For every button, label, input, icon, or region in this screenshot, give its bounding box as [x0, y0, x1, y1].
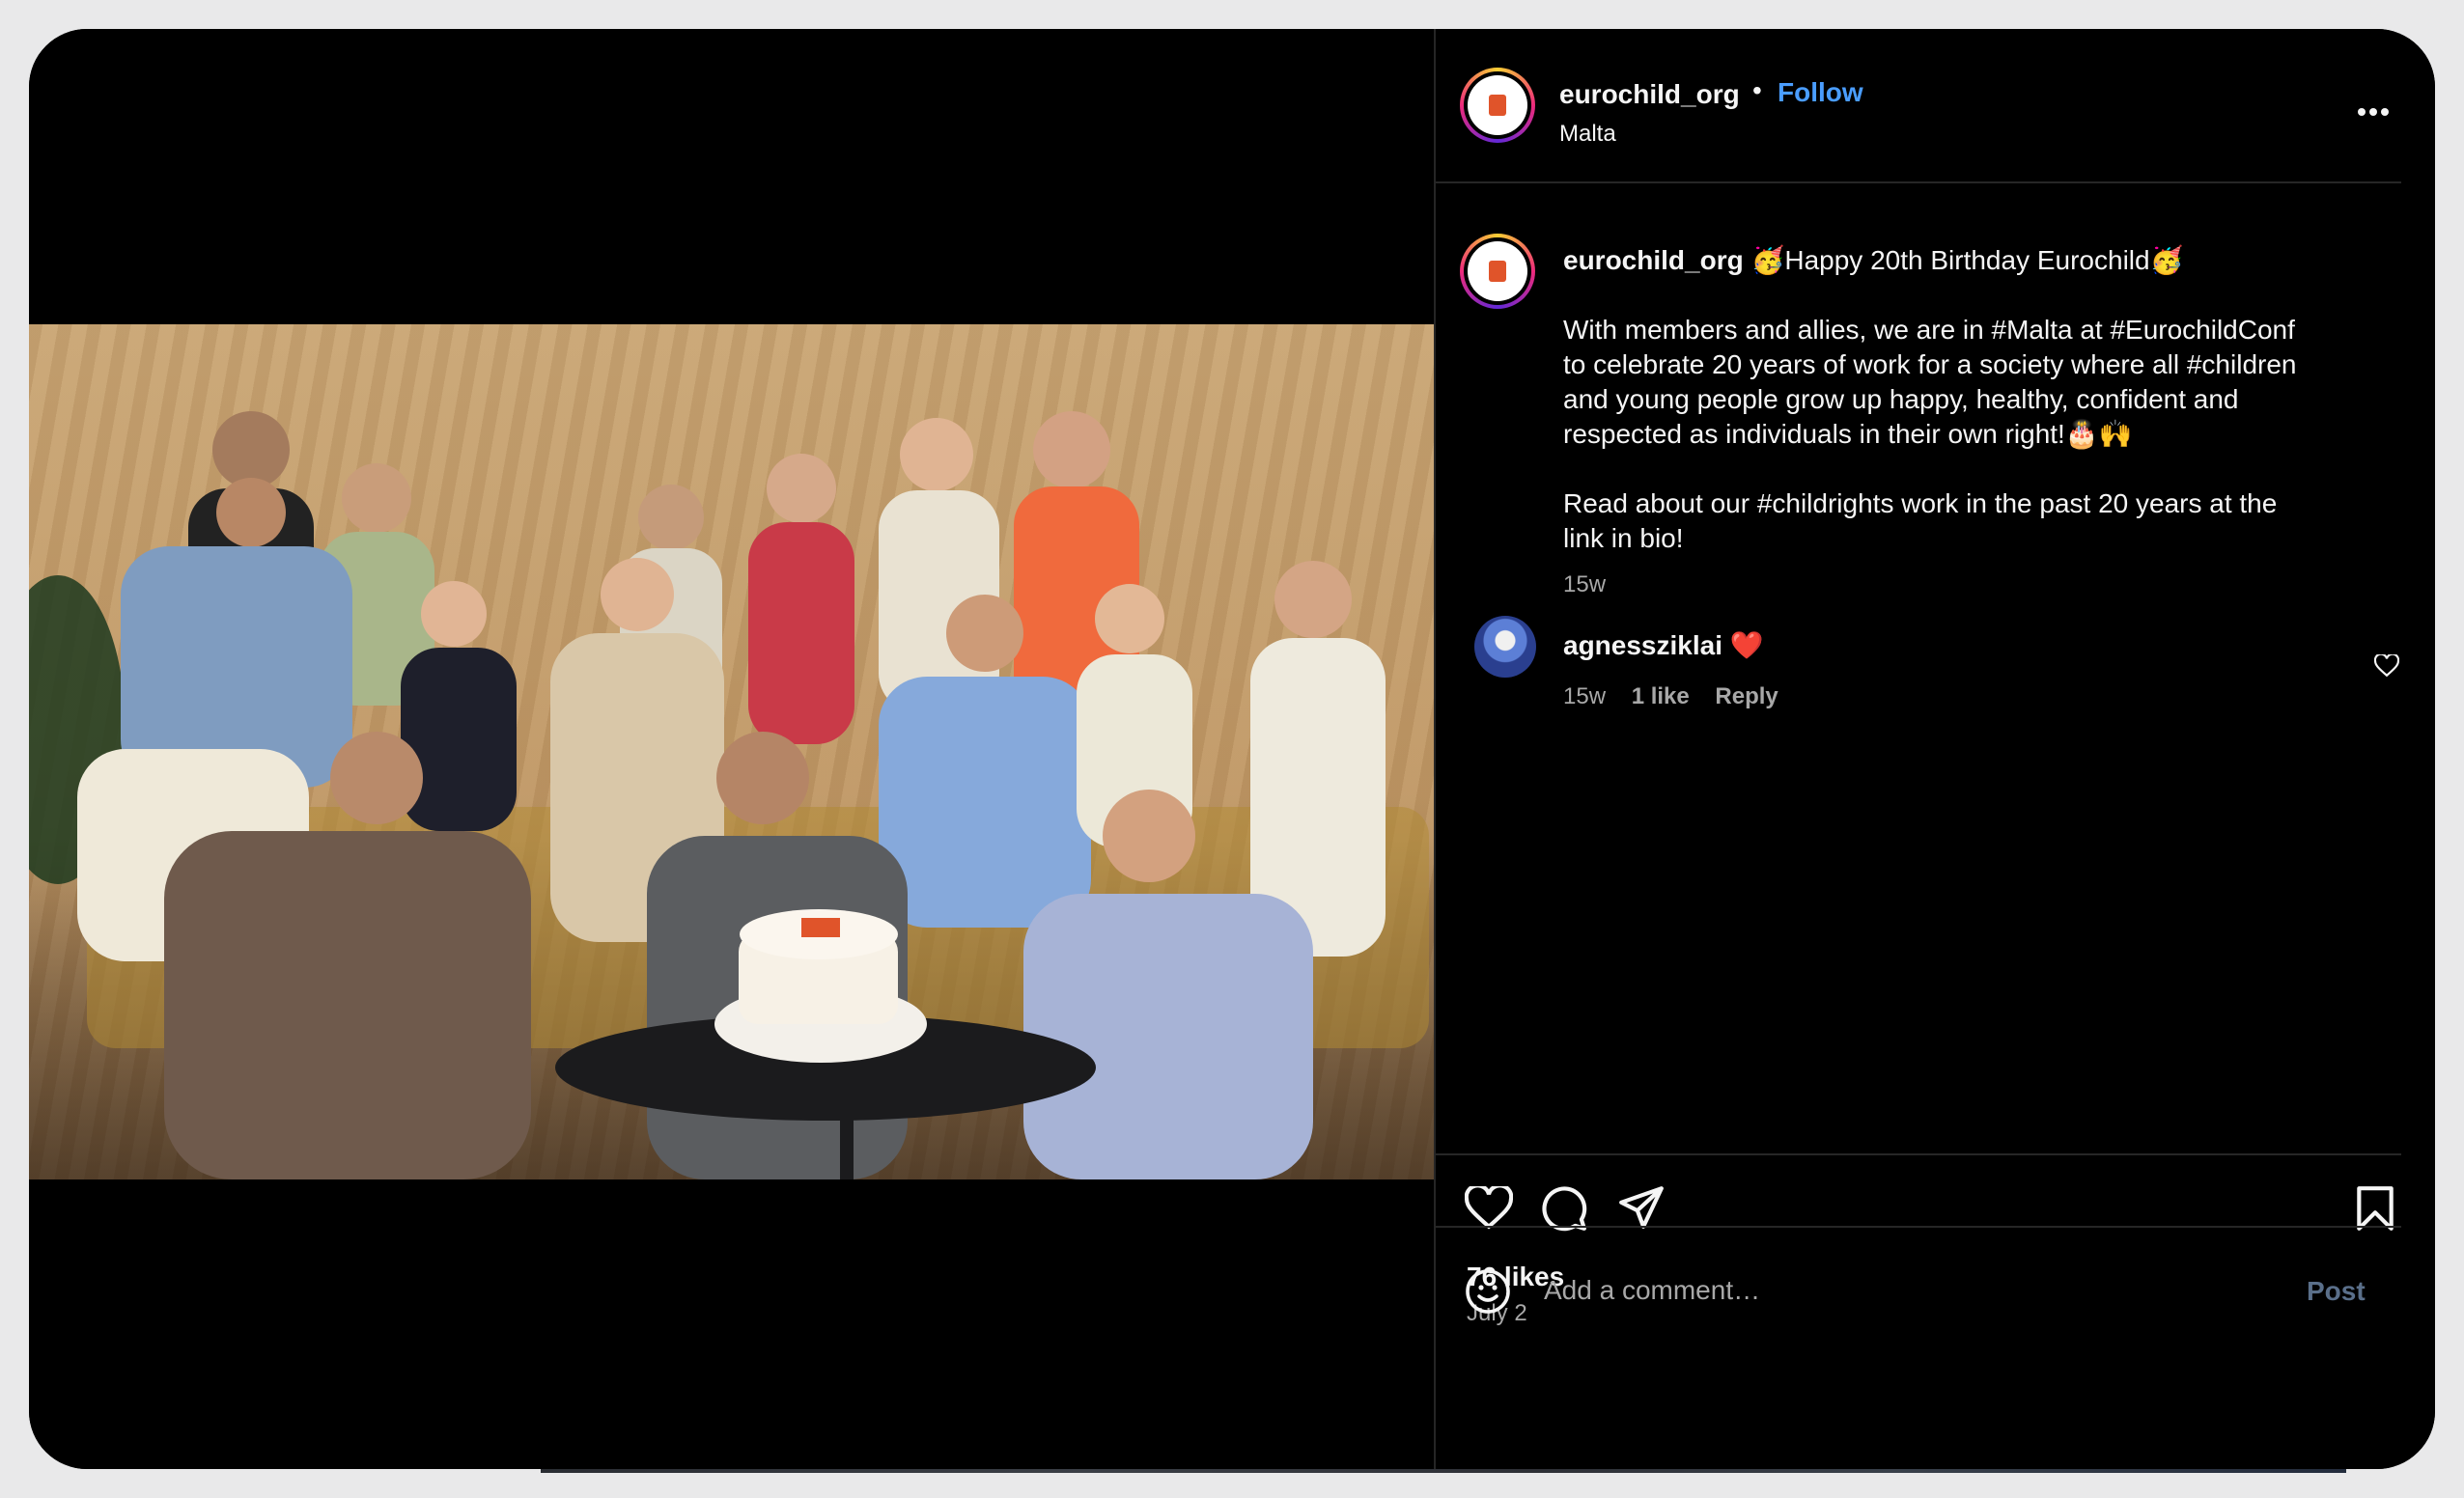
post-header: eurochild_org • Follow Malta — [1436, 29, 2401, 183]
post-comment-button[interactable]: Post — [2307, 1276, 2366, 1307]
small-heart-icon[interactable] — [2374, 654, 2399, 678]
add-comment-bar: Post — [1436, 1226, 2401, 1353]
comment-line: agnessziklai ❤️ — [1563, 629, 1764, 661]
post-modal: eurochild_org • Follow Malta eurochild_o… — [29, 29, 2435, 1469]
caption-avatar[interactable] — [1460, 234, 1535, 309]
party-emoji-end: 🥳 — [2149, 245, 2184, 275]
comment-input[interactable] — [1542, 1274, 2222, 1307]
commenter-avatar[interactable] — [1474, 616, 1536, 678]
party-emoji: 🥳 — [1750, 245, 1785, 275]
follow-button[interactable]: Follow — [1778, 77, 1863, 108]
comment-text: ❤️ — [1729, 630, 1764, 660]
account-username[interactable]: eurochild_org — [1559, 79, 1740, 110]
caption-title: Happy 20th Birthday Eurochild — [1784, 245, 2150, 275]
more-options-icon[interactable] — [2358, 108, 2389, 116]
account-avatar[interactable] — [1460, 68, 1535, 143]
heart-icon[interactable] — [1465, 1186, 1513, 1231]
post-photo[interactable] — [29, 324, 1434, 1179]
comment-like-count[interactable]: 1 like — [1632, 683, 1690, 709]
eurochild-logo-icon — [1489, 95, 1506, 116]
commenter-username[interactable]: agnessziklai — [1563, 630, 1722, 660]
post-side-panel: eurochild_org • Follow Malta eurochild_o… — [1434, 29, 2435, 1469]
caption-title-line: eurochild_org 🥳Happy 20th Birthday Euroc… — [1563, 243, 2365, 278]
caption-body: With members and allies, we are in #Malt… — [1563, 315, 2297, 553]
caption-username[interactable]: eurochild_org — [1563, 245, 1744, 275]
comment-meta: 15w 1 like Reply — [1563, 683, 1778, 710]
reply-button[interactable]: Reply — [1715, 683, 1778, 709]
caption-timestamp[interactable]: 15w — [1563, 571, 1606, 598]
group-photo-illustration — [29, 411, 1429, 1179]
post-media — [29, 29, 1434, 1469]
smiley-icon[interactable] — [1465, 1268, 1511, 1315]
separator-dot: • — [1752, 75, 1762, 105]
eurochild-logo-icon — [1489, 261, 1506, 282]
paper-plane-icon[interactable] — [1617, 1184, 1666, 1231]
comment-timestamp[interactable]: 15w — [1563, 683, 1606, 709]
post-location[interactable]: Malta — [1559, 121, 1616, 148]
